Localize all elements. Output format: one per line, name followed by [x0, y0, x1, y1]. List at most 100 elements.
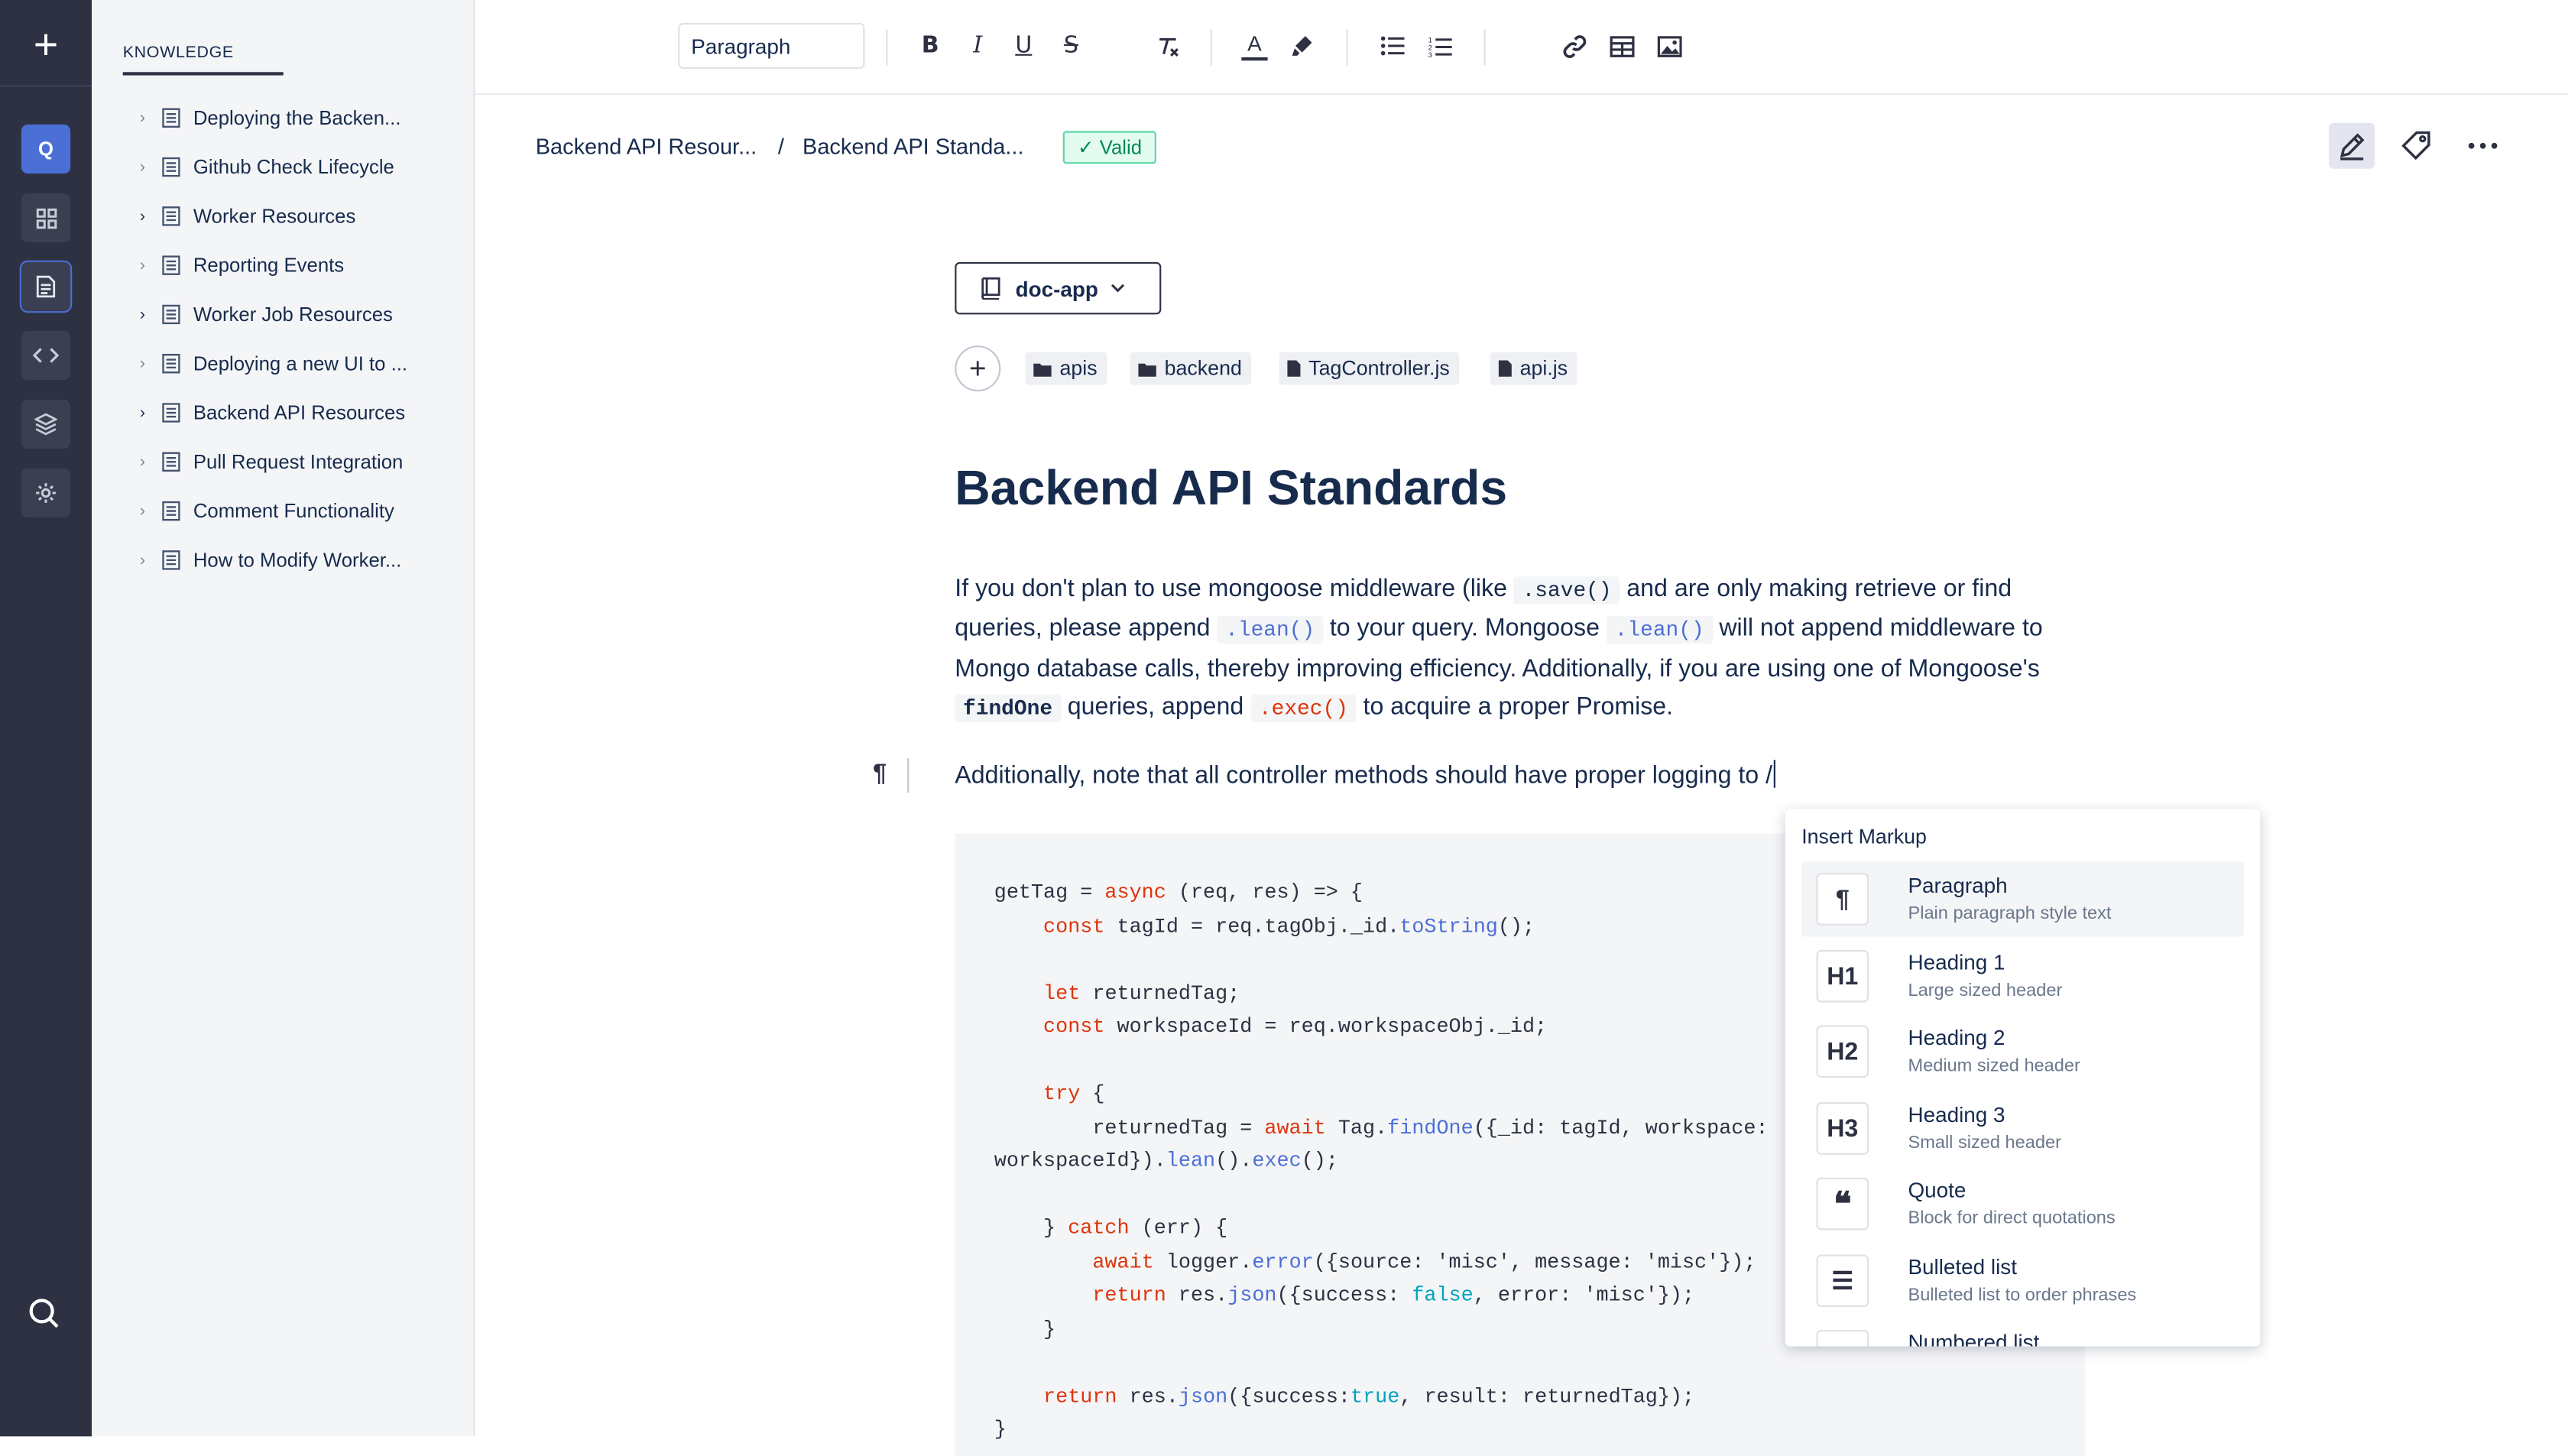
- chevron-right-icon[interactable]: ›: [133, 453, 153, 472]
- context-chip-apis[interactable]: apis: [1025, 352, 1107, 385]
- chip-label: apis: [1059, 357, 1098, 381]
- menu-option-heading-1[interactable]: H1 Heading 1 Large sized header: [1801, 939, 2244, 1014]
- text-run: to your query. Mongoose: [1322, 615, 1607, 643]
- menu-option-heading-3[interactable]: H3 Heading 3 Small sized header: [1801, 1091, 2244, 1166]
- paragraph-logging[interactable]: Additionally, note that all controller m…: [955, 757, 2085, 795]
- breadcrumb-parent[interactable]: Backend API Resour...: [536, 135, 757, 159]
- numbered-list-icon[interactable]: 123: [1420, 26, 1459, 65]
- sidebar-item-backend-api-resources[interactable]: › Backend API Resources: [133, 397, 406, 430]
- document-icon: [162, 108, 180, 128]
- chip-label: api.js: [1519, 357, 1568, 381]
- menu-option-heading-2[interactable]: H2 Heading 2 Medium sized header: [1801, 1013, 2244, 1089]
- inline-code: .lean(): [1217, 616, 1323, 644]
- code-line: try {: [1043, 1082, 1105, 1106]
- search-icon[interactable]: [28, 1297, 60, 1338]
- highlighter-icon[interactable]: [1282, 26, 1321, 65]
- edit-pencil-icon[interactable]: [2329, 122, 2375, 169]
- repository-selector[interactable]: doc-app: [955, 261, 1162, 315]
- code-line: const tagId = req.tagObj._id.toString();: [1043, 914, 1535, 938]
- context-chip-api-js[interactable]: api.js: [1490, 352, 1578, 385]
- add-context-button[interactable]: +: [955, 345, 1001, 392]
- sidebar-item-worker-job-resources[interactable]: › Worker Job Resources: [133, 298, 393, 331]
- dashboard-icon[interactable]: [21, 193, 71, 243]
- menu-option-bulleted-list[interactable]: ☰ Bulleted list Bulleted list to order p…: [1801, 1243, 2244, 1318]
- breadcrumb-separator: /: [777, 134, 784, 159]
- document-icon[interactable]: [19, 260, 73, 313]
- sidebar-item-reporting-events[interactable]: › Reporting Events: [133, 249, 345, 282]
- document-icon: [162, 304, 180, 325]
- sidebar-item-github-check-lifecycle[interactable]: › Github Check Lifecycle: [133, 151, 394, 183]
- option-description: Medium sized header: [1908, 1056, 2080, 1076]
- sidebar-item-modify-worker[interactable]: › How to Modify Worker...: [133, 543, 402, 576]
- sidebar-item-deploying-backend[interactable]: › Deploying the Backen...: [133, 102, 401, 135]
- italic-icon[interactable]: I: [958, 26, 997, 65]
- document-icon: [162, 255, 180, 275]
- table-icon[interactable]: [1602, 26, 1641, 65]
- insert-markup-menu: Insert Markup ¶ Paragraph Plain paragrap…: [1785, 809, 2261, 1347]
- code-line: return res.json({success:true, result: r…: [1043, 1384, 1695, 1408]
- sidebar-item-label: Worker Job Resources: [193, 303, 393, 326]
- bold-icon[interactable]: B: [910, 26, 949, 65]
- new-item-button[interactable]: +: [23, 21, 69, 67]
- strikethrough-icon[interactable]: S: [1052, 26, 1091, 65]
- layers-icon[interactable]: [21, 399, 71, 449]
- sidebar-item-pull-request-integration[interactable]: › Pull Request Integration: [133, 446, 404, 478]
- sidebar-item-label: Deploying a new UI to ...: [193, 352, 408, 375]
- chevron-right-icon[interactable]: ›: [133, 158, 153, 177]
- workspace-avatar[interactable]: Q: [21, 124, 71, 174]
- chevron-right-icon[interactable]: ›: [133, 109, 153, 128]
- menu-option-quote[interactable]: ❝ Quote Block for direct quotations: [1801, 1166, 2244, 1242]
- settings-gear-icon[interactable]: [21, 468, 71, 518]
- chevron-right-icon[interactable]: ›: [133, 256, 153, 274]
- chevron-right-icon[interactable]: ›: [133, 355, 153, 373]
- sidebar-item-deploying-new-ui[interactable]: › Deploying a new UI to ...: [133, 347, 407, 380]
- code-line: }: [994, 1418, 1007, 1441]
- code-icon[interactable]: [21, 330, 71, 381]
- quote-icon: ❝: [1816, 1177, 1869, 1231]
- file-icon: [1287, 360, 1301, 377]
- context-chip-tagcontroller[interactable]: TagController.js: [1279, 352, 1460, 385]
- block-handle-pilcrow-icon[interactable]: ¶: [873, 760, 887, 787]
- repository-book-icon: [979, 277, 1000, 300]
- chevron-right-icon[interactable]: ›: [133, 404, 153, 422]
- chevron-right-icon[interactable]: ›: [133, 502, 153, 520]
- text-run: If you don't plan to use mongoose middle…: [955, 575, 1514, 603]
- option-description: Small sized header: [1908, 1133, 2061, 1153]
- image-icon[interactable]: [1649, 26, 1688, 65]
- chevron-right-icon[interactable]: ›: [133, 306, 153, 324]
- block-type-select[interactable]: Paragraph: [678, 23, 865, 70]
- chevron-right-icon[interactable]: ›: [133, 551, 153, 569]
- repository-name: doc-app: [1015, 276, 1098, 301]
- more-options-icon[interactable]: [2460, 123, 2506, 169]
- context-chip-backend[interactable]: backend: [1130, 352, 1252, 385]
- underline-icon[interactable]: U: [1004, 26, 1043, 65]
- code-line: return res.json({success: false, error: …: [1092, 1284, 1695, 1308]
- code-line: } catch (err) {: [994, 1217, 1228, 1240]
- breadcrumb-current[interactable]: Backend API Standa...: [802, 135, 1023, 159]
- toolbar-divider: [886, 29, 888, 66]
- clear-format-icon[interactable]: [1148, 26, 1187, 65]
- sidebar-item-label: Backend API Resources: [193, 401, 406, 425]
- sidebar-item-comment-functionality[interactable]: › Comment Functionality: [133, 495, 394, 527]
- sidebar-item-worker-resources[interactable]: › Worker Resources: [133, 199, 355, 232]
- rail-divider: [0, 85, 92, 87]
- menu-option-paragraph[interactable]: ¶ Paragraph Plain paragraph style text: [1801, 861, 2244, 937]
- numbered-list-icon: [1816, 1330, 1869, 1347]
- code-line: }: [994, 1317, 1056, 1341]
- document-icon: [162, 403, 180, 423]
- inline-code: .save(): [1513, 576, 1620, 605]
- option-description: Block for direct quotations: [1908, 1208, 2116, 1229]
- document-icon: [162, 452, 180, 472]
- chevron-right-icon[interactable]: ›: [133, 207, 153, 225]
- file-icon: [1498, 360, 1512, 377]
- paragraph-mongoose-lean[interactable]: If you don't plan to use mongoose middle…: [955, 570, 2085, 728]
- sidebar-item-label: How to Modify Worker...: [193, 548, 402, 572]
- tag-icon[interactable]: [2395, 123, 2440, 169]
- code-line: workspaceId}).lean().exec();: [994, 1150, 1338, 1173]
- menu-option-numbered-list[interactable]: Numbered list: [1801, 1318, 2244, 1347]
- font-color-icon[interactable]: A: [1235, 26, 1274, 65]
- bulleted-list-icon[interactable]: [1373, 26, 1412, 65]
- option-label: Heading 1: [1908, 949, 2005, 975]
- link-icon[interactable]: [1555, 26, 1594, 65]
- document-title[interactable]: Backend API Standards: [955, 462, 1507, 517]
